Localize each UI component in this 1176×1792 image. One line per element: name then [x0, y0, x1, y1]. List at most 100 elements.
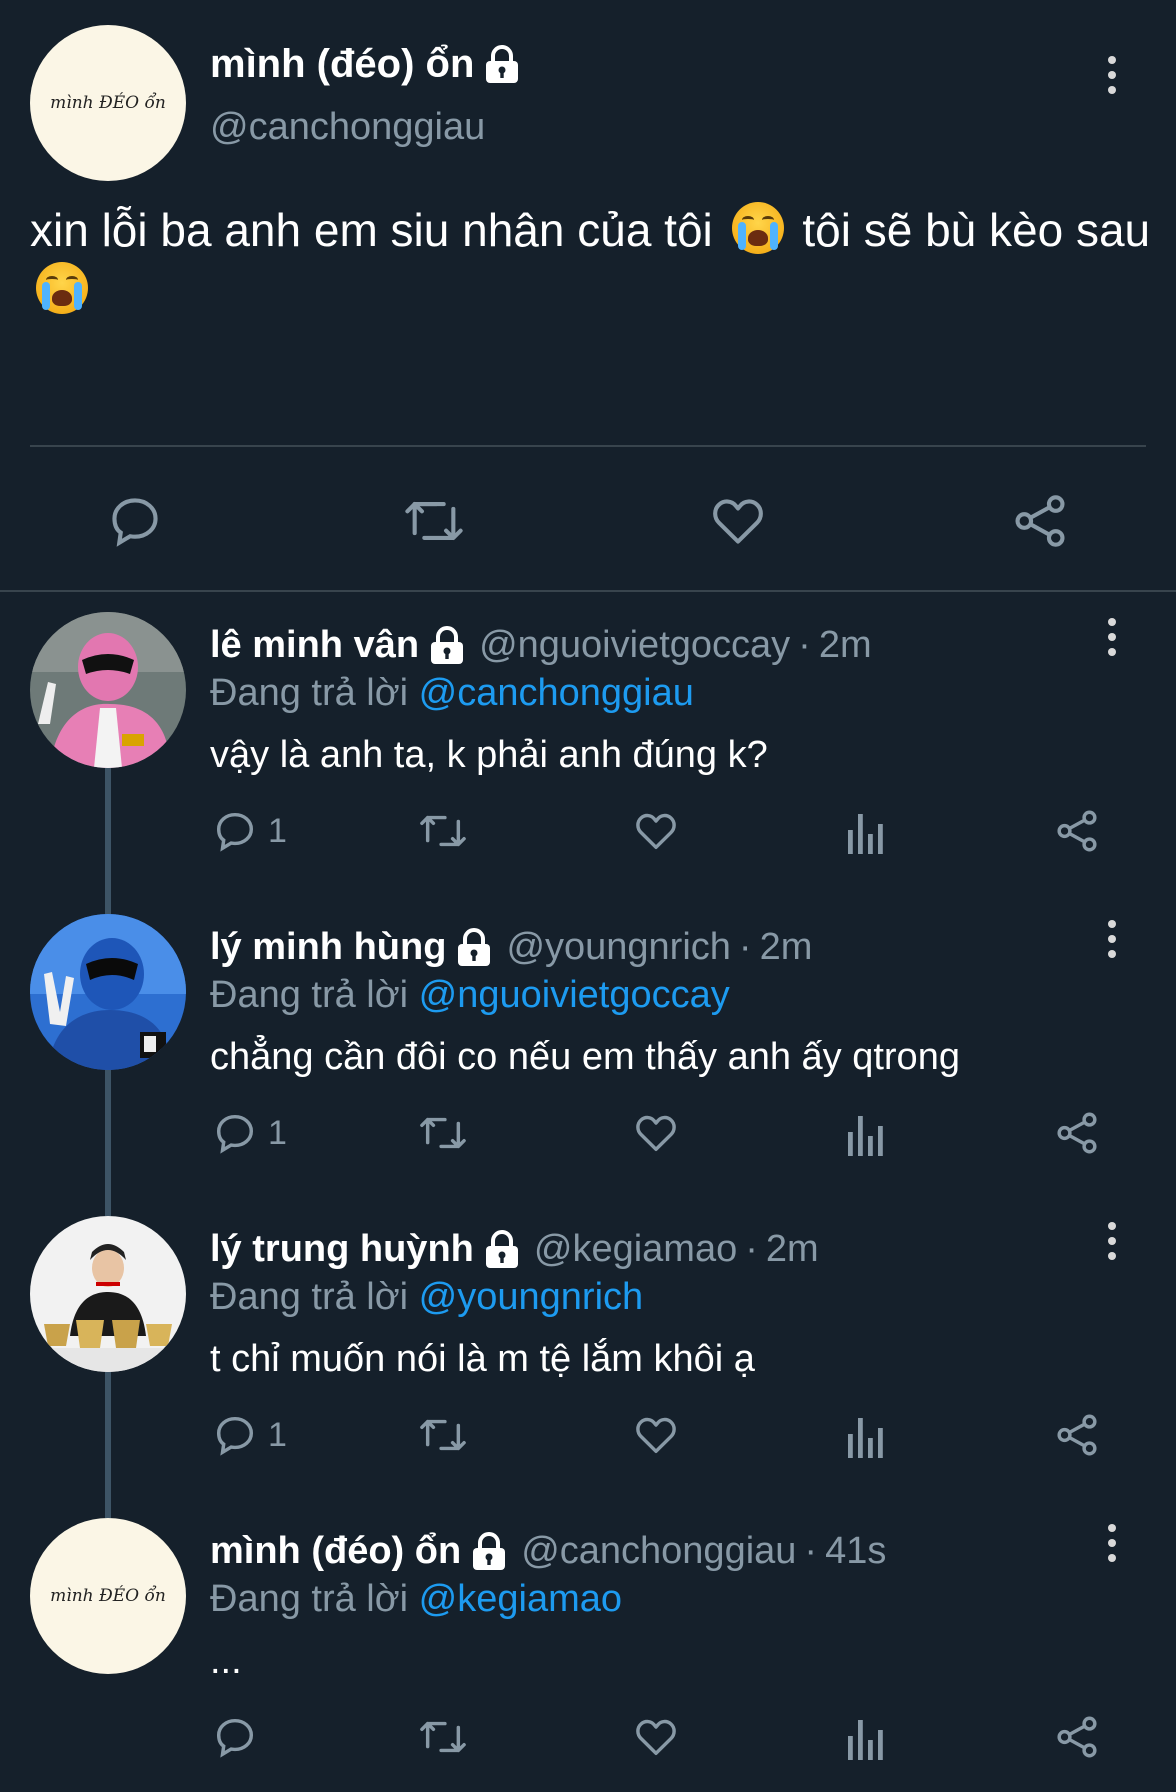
retweet-button[interactable] — [402, 492, 466, 550]
lock-icon — [473, 1531, 506, 1570]
author-handle[interactable]: @canchonggiau — [210, 106, 485, 149]
reply-button[interactable] — [212, 1110, 258, 1156]
reply-count: 1 — [268, 812, 287, 850]
timestamp[interactable]: 2m — [766, 1228, 819, 1271]
share-button[interactable] — [1054, 1714, 1100, 1760]
mention-link[interactable]: @canchonggiau — [419, 672, 694, 714]
avatar[interactable] — [30, 1216, 186, 1372]
reply-button[interactable] — [212, 808, 258, 854]
share-icon — [1057, 810, 1097, 852]
reply-icon — [216, 812, 254, 852]
mention-link[interactable]: @nguoivietgoccay — [419, 974, 730, 1016]
handle[interactable]: @youngnrich — [506, 926, 730, 969]
mention-link[interactable]: @kegiamao — [419, 1578, 622, 1620]
tweet-actions: 1 — [0, 1398, 1176, 1458]
avatar-text: mình ĐÉO ổn — [50, 93, 166, 113]
reply-button[interactable] — [106, 492, 164, 550]
reply-tweet[interactable]: lê minh vân @nguoivietgoccay · 2m Đang t… — [0, 594, 1176, 898]
analytics-button[interactable] — [846, 1716, 886, 1760]
analytics-icon — [848, 1418, 883, 1458]
timestamp[interactable]: 2m — [760, 926, 813, 969]
author-name[interactable]: mình (đéo) ổn — [210, 42, 520, 87]
analytics-icon — [848, 1720, 883, 1760]
retweet-icon — [420, 1721, 466, 1753]
handle[interactable]: @canchonggiau — [521, 1530, 796, 1573]
replying-to: Đang trả lời @youngnrich — [210, 1276, 644, 1318]
display-name: mình (đéo) ổn — [210, 42, 475, 86]
reply-text: t chỉ muốn nói là m tệ lắm khôi ạ — [210, 1338, 755, 1380]
display-name[interactable]: lý trung huỳnh — [210, 1228, 474, 1271]
reply-tweet[interactable]: mình ĐÉO ổn mình (đéo) ổn @canchonggiau … — [0, 1500, 1176, 1792]
like-button[interactable] — [632, 1714, 680, 1760]
thread-line — [105, 896, 111, 914]
display-name[interactable]: lý minh hùng — [210, 926, 446, 969]
lock-icon — [431, 625, 464, 664]
timestamp[interactable]: 2m — [819, 624, 872, 667]
reply-icon — [216, 1114, 254, 1154]
more-vertical-icon — [1108, 56, 1116, 64]
avatar[interactable] — [30, 914, 186, 1070]
more-options-button[interactable] — [1092, 914, 1132, 964]
retweet-button[interactable] — [418, 808, 468, 854]
divider — [0, 590, 1176, 592]
avatar[interactable]: mình ĐÉO ổn — [30, 25, 186, 181]
replying-to: Đang trả lời @nguoivietgoccay — [210, 974, 730, 1016]
heart-icon — [713, 499, 763, 544]
handle[interactable]: @nguoivietgoccay — [479, 624, 790, 667]
avatar[interactable]: mình ĐÉO ổn — [30, 1518, 186, 1674]
share-button[interactable] — [1054, 1412, 1100, 1458]
separator: · — [804, 1530, 818, 1572]
more-options-button[interactable] — [1092, 50, 1132, 100]
display-name[interactable]: lê minh vân — [210, 624, 419, 667]
thread-line — [105, 1500, 111, 1518]
retweet-button[interactable] — [418, 1412, 468, 1458]
more-options-button[interactable] — [1092, 1518, 1132, 1568]
like-button[interactable] — [632, 1110, 680, 1156]
share-button[interactable] — [1010, 492, 1070, 550]
reply-button[interactable] — [212, 1714, 258, 1760]
reply-icon — [216, 1416, 254, 1456]
share-icon — [1057, 1716, 1097, 1758]
reply-tweet[interactable]: lý minh hùng @youngnrich · 2m Đang trả l… — [0, 896, 1176, 1200]
retweet-icon — [420, 815, 466, 847]
retweet-button[interactable] — [418, 1714, 468, 1760]
separator: · — [745, 1228, 758, 1270]
like-button[interactable] — [632, 1412, 680, 1458]
share-button[interactable] — [1054, 1110, 1100, 1156]
more-options-button[interactable] — [1092, 1216, 1132, 1266]
lock-icon — [458, 927, 491, 966]
reply-text: chẳng cần đôi co nếu em thấy anh ấy qtro… — [210, 1036, 960, 1078]
analytics-button[interactable] — [846, 810, 886, 854]
reply-count: 1 — [268, 1416, 287, 1454]
like-button[interactable] — [632, 808, 680, 854]
mention-link[interactable]: @youngnrich — [419, 1276, 643, 1318]
more-options-button[interactable] — [1092, 612, 1132, 662]
reply-button[interactable] — [212, 1412, 258, 1458]
handle[interactable]: @kegiamao — [534, 1228, 737, 1271]
avatar[interactable] — [30, 612, 186, 768]
reply-count: 1 — [268, 1114, 287, 1152]
reply-header: mình (đéo) ổn @canchonggiau · 41s — [210, 1530, 886, 1573]
more-vertical-icon — [1108, 1524, 1116, 1532]
display-name[interactable]: mình (đéo) ổn — [210, 1530, 461, 1573]
separator: · — [798, 624, 811, 666]
man-with-trophies-avatar — [30, 1216, 186, 1372]
timestamp[interactable]: 41s — [825, 1530, 886, 1573]
tweet-text: xin lỗi ba anh em siu nhân của tôi tôi s… — [30, 200, 1170, 320]
retweet-icon — [405, 502, 463, 540]
reply-tweet[interactable]: lý trung huỳnh @kegiamao · 2m Đang trả l… — [0, 1198, 1176, 1502]
pink-ranger-avatar — [30, 612, 186, 768]
like-button[interactable] — [708, 492, 768, 550]
analytics-icon — [848, 1116, 883, 1156]
heart-icon — [636, 1719, 676, 1756]
share-button[interactable] — [1054, 808, 1100, 854]
loudly-crying-face-icon — [731, 202, 784, 254]
reply-icon — [216, 1718, 254, 1758]
tweet-actions — [0, 480, 1176, 560]
lock-icon — [485, 1229, 518, 1268]
retweet-button[interactable] — [418, 1110, 468, 1156]
analytics-button[interactable] — [846, 1112, 886, 1156]
analytics-button[interactable] — [846, 1414, 886, 1458]
thread-line — [105, 1198, 111, 1216]
more-vertical-icon — [1108, 1222, 1116, 1230]
